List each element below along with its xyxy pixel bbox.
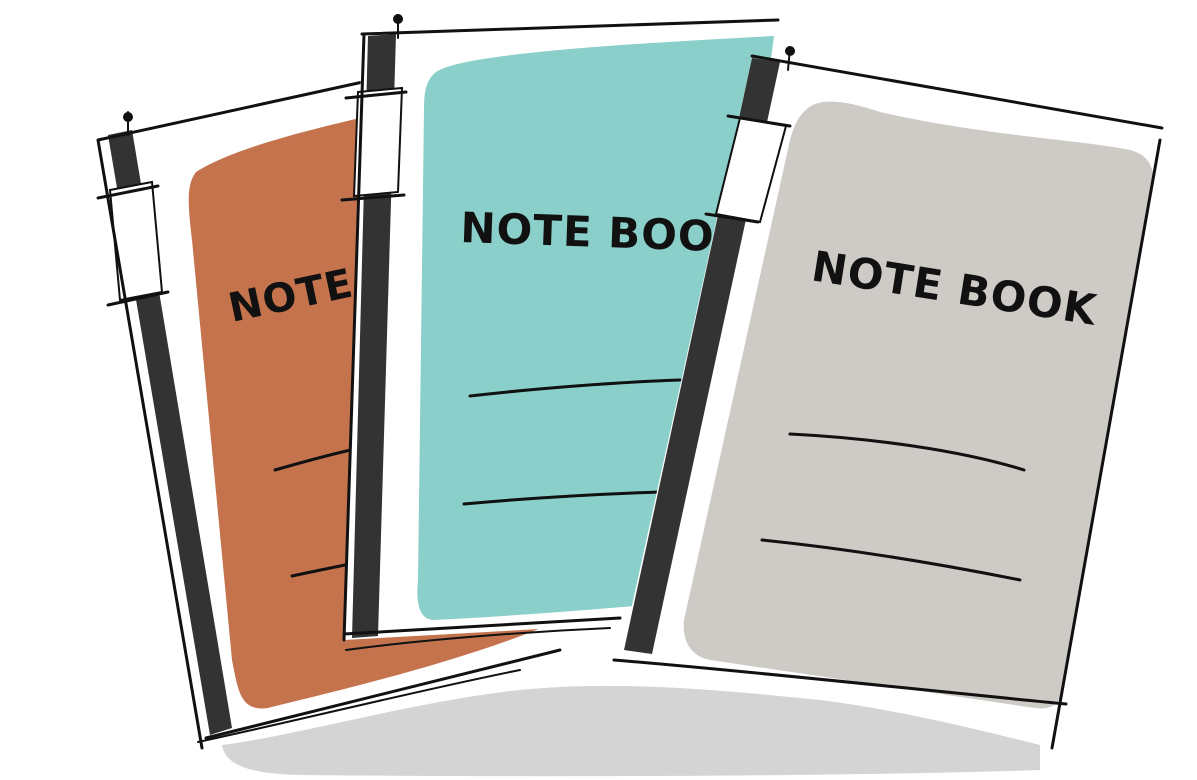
notebook-middle-title: NOTE BOOK [460, 203, 750, 262]
notebook-left-clip [108, 180, 164, 302]
notebooks-illustration: NOTE BOOK NOTE BOOK NOTE BOOK [96, 14, 1164, 777]
